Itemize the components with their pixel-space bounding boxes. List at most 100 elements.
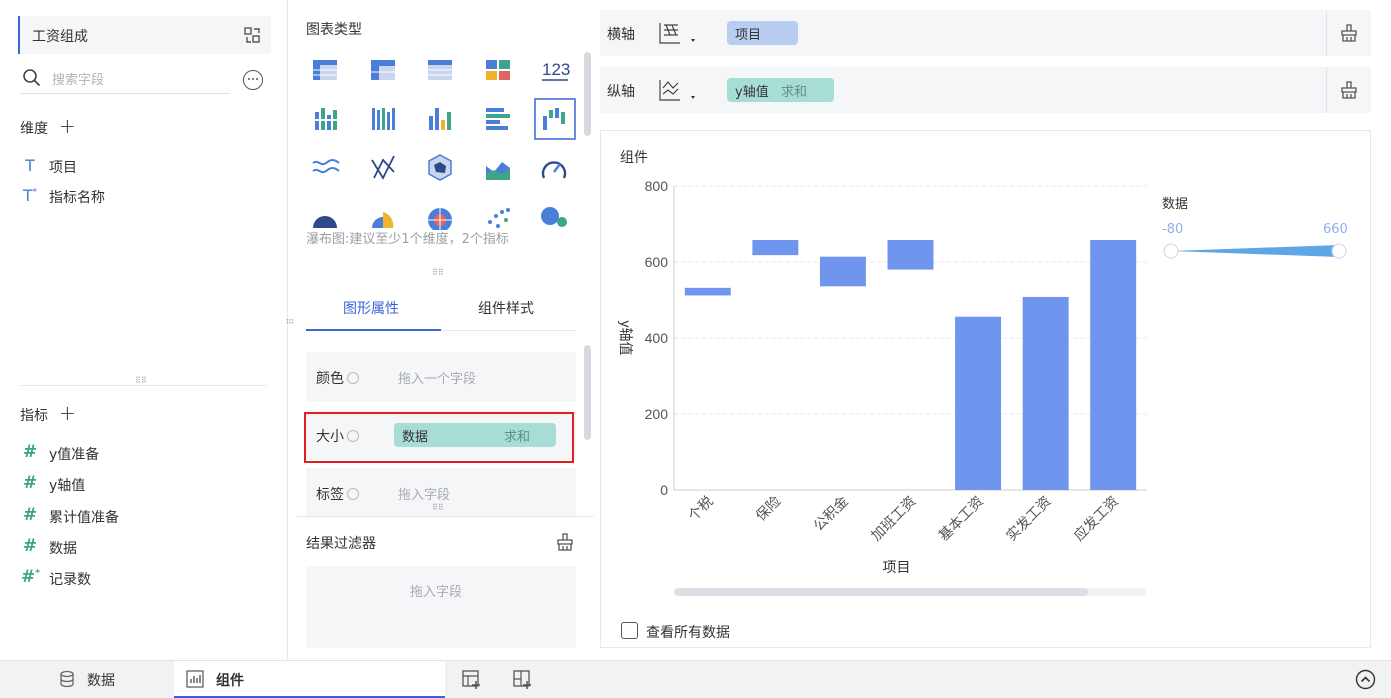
measure-field[interactable]: # y轴值 xyxy=(23,473,85,495)
measure-field[interactable]: # 数据 xyxy=(23,536,77,558)
chart-type-hint: 瀑布图:建议至少1个维度，2个指标 xyxy=(306,232,509,247)
chart-type-grid: 123 xyxy=(312,60,576,230)
chart-h-scrollbar[interactable] xyxy=(674,588,1088,596)
broom-icon[interactable] xyxy=(1339,80,1359,100)
gear-icon[interactable] xyxy=(347,488,359,500)
divider xyxy=(20,385,266,386)
filter-broom-icon[interactable] xyxy=(555,532,575,552)
text-field-calculated-icon: T* xyxy=(22,186,38,205)
y-tick-label: 400 xyxy=(645,330,669,346)
filter-dropzone[interactable]: 拖入字段 xyxy=(306,566,576,648)
stacked-bar-icon[interactable] xyxy=(372,108,395,130)
detail-table-icon[interactable] xyxy=(428,60,452,80)
bubble-chart-icon[interactable] xyxy=(541,207,567,227)
x-tick-label: 公积金 xyxy=(810,493,851,534)
x-tick-label: 实发工资 xyxy=(1003,493,1054,544)
tab-graphic-properties[interactable]: 图形属性 xyxy=(343,298,399,318)
x-tick-label: 保险 xyxy=(752,493,783,524)
add-dashboard-icon[interactable] xyxy=(513,670,533,690)
x-axis-row: 横轴 项目 xyxy=(600,10,1371,56)
view-all-checkbox[interactable] xyxy=(621,622,638,639)
number-field-icon: # xyxy=(22,442,38,462)
add-dimension-button[interactable]: + xyxy=(59,116,76,136)
number-field-icon: # xyxy=(22,505,38,525)
sunburst-chart-icon[interactable] xyxy=(428,208,452,230)
dimension-field[interactable]: T* 指标名称 xyxy=(23,186,105,207)
pie-chart-icon[interactable] xyxy=(313,216,337,228)
waterfall-bar xyxy=(955,316,1002,490)
measure-field[interactable]: #* 记录数 xyxy=(21,567,91,589)
dataset-selector[interactable]: 工资组成 xyxy=(18,16,271,54)
chart-bar-icon xyxy=(186,670,204,688)
measures-header: 指标 xyxy=(20,408,48,424)
waterfall-bar xyxy=(1090,239,1137,490)
text-field-icon: T xyxy=(25,156,35,175)
splitter-handle[interactable]: ⠿⠿ xyxy=(432,268,444,277)
x-axis-title: 项目 xyxy=(883,559,911,575)
legend-range-slider[interactable] xyxy=(1161,239,1353,263)
add-measure-button[interactable]: + xyxy=(59,403,76,423)
add-component-icon[interactable] xyxy=(462,670,482,690)
number-card-icon[interactable]: 123 xyxy=(542,60,570,81)
more-options-icon[interactable] xyxy=(243,70,263,90)
waterfall-bar xyxy=(1022,296,1069,490)
tab-component-style[interactable]: 组件样式 xyxy=(478,298,534,318)
x-axis-label: 横轴 xyxy=(607,27,635,43)
label-dropzone[interactable]: 拖入字段 xyxy=(398,484,450,503)
divider xyxy=(296,516,594,517)
y-axis-row: 纵轴 y轴值 求和 xyxy=(600,67,1371,113)
gear-icon[interactable] xyxy=(347,372,359,384)
collapse-up-icon[interactable] xyxy=(1355,669,1376,690)
radar-chart-icon[interactable] xyxy=(428,154,452,181)
y-axis-title: y轴值 xyxy=(618,321,634,356)
legend-min: -80 xyxy=(1162,222,1184,237)
svg-text:123: 123 xyxy=(542,60,570,79)
color-dropzone[interactable]: 拖入一个字段 xyxy=(398,368,476,387)
field-search[interactable]: 搜索字段 xyxy=(20,64,230,94)
dimension-field[interactable]: T 项目 xyxy=(25,156,77,177)
property-scrollbar[interactable] xyxy=(584,345,591,440)
x-axis-sort-icon[interactable] xyxy=(658,21,698,45)
number-field-icon: # xyxy=(22,473,38,493)
splitter-handle[interactable]: ⠿⠿ xyxy=(135,376,147,385)
y-tick-label: 800 xyxy=(645,178,669,194)
chart-type-scrollbar[interactable] xyxy=(584,52,591,136)
result-filter-title: 结果过滤器 xyxy=(306,536,376,552)
broom-icon[interactable] xyxy=(1339,23,1359,43)
waterfall-bar xyxy=(819,256,866,287)
view-all-label: 查看所有数据 xyxy=(646,625,730,641)
splitter-handle[interactable]: ⠿⠿ xyxy=(432,503,444,512)
gauge-chart-icon[interactable] xyxy=(541,161,567,179)
waterfall-chart-icon[interactable] xyxy=(534,98,576,140)
x-axis-field-pill[interactable]: 项目 xyxy=(727,21,798,45)
waterfall-bar xyxy=(752,239,799,256)
scatter-chart-icon[interactable] xyxy=(488,208,510,228)
number-field-icon: # xyxy=(22,536,38,556)
grouped-bar-icon[interactable] xyxy=(313,108,339,130)
waterfall-bar xyxy=(684,287,731,296)
measure-field[interactable]: # y值准备 xyxy=(23,442,99,464)
waterfall-bar xyxy=(887,239,934,270)
radar-line-icon[interactable] xyxy=(371,155,395,180)
tab-component[interactable]: 组件 xyxy=(174,661,445,698)
kpi-card-icon[interactable] xyxy=(486,60,510,80)
bar-chart-icon[interactable] xyxy=(429,108,451,130)
y-axis-field-pill[interactable]: y轴值 求和 xyxy=(727,78,834,102)
rose-chart-icon[interactable] xyxy=(372,212,394,228)
table-chart-icon[interactable] xyxy=(313,60,337,80)
dimensions-header: 维度 xyxy=(20,121,48,137)
cross-table-icon[interactable] xyxy=(371,60,395,80)
chart-preview: 组件 800 600 400 200 0 个税 保险 公积金 加班工资 基本工资 实发工资 应发工资项… xyxy=(600,130,1371,648)
area-chart-icon[interactable] xyxy=(486,162,510,180)
bottom-bar: 数据 组件 xyxy=(0,660,1391,698)
tab-data[interactable]: 数据 xyxy=(87,670,115,690)
search-input[interactable]: 搜索字段 xyxy=(52,69,104,88)
switch-dataset-icon[interactable] xyxy=(243,26,261,44)
chart-type-title: 图表类型 xyxy=(306,22,362,38)
horizontal-bar-icon[interactable] xyxy=(486,108,510,130)
measure-field[interactable]: # 累计值准备 xyxy=(23,505,119,527)
panel-resize-handle[interactable]: ⠿ xyxy=(283,318,293,325)
color-property[interactable]: 颜色 拖入一个字段 xyxy=(306,352,576,402)
y-axis-sort-icon[interactable] xyxy=(658,78,698,102)
line-chart-icon[interactable] xyxy=(312,159,340,174)
